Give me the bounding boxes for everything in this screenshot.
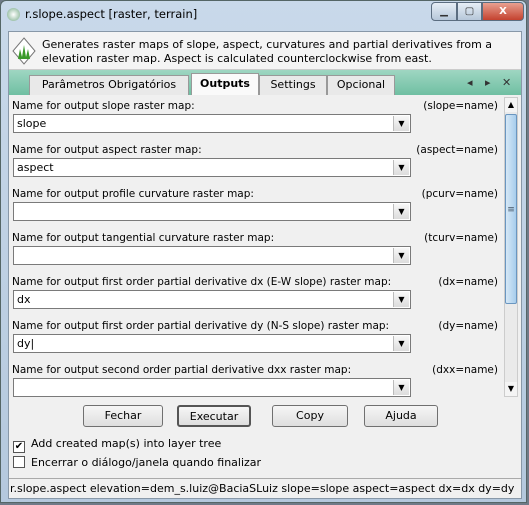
tab-bar: Parâmetros Obrigatórios Outputs Settings… (9, 70, 521, 95)
description-panel: Generates raster maps of slope, aspect, … (9, 32, 521, 70)
chevron-down-icon[interactable]: ▼ (393, 292, 409, 307)
combo-value[interactable]: dy| (17, 337, 34, 350)
minimize-button[interactable]: ▁ (431, 2, 457, 21)
chevron-down-icon[interactable]: ▼ (393, 336, 409, 351)
dialog-window: r.slope.aspect [raster, terrain] ▁ ▢ X G… (0, 0, 527, 503)
ajuda-button[interactable]: Ajuda (364, 405, 438, 427)
output-name-combo[interactable]: aspect ▼ (13, 158, 411, 177)
command-status-bar: r.slope.aspect elevation=dem_s.luiz@Baci… (9, 478, 521, 498)
add-to-layer-tree-checkbox[interactable]: ✔ Add created map(s) into layer tree (13, 437, 221, 453)
chevron-down-icon[interactable]: ▼ (393, 116, 409, 131)
checkbox-box[interactable]: ✔ (13, 441, 25, 453)
chevron-down-icon[interactable]: ▼ (393, 248, 409, 263)
checkbox-label: Encerrar o diálogo/janela quando finaliz… (31, 456, 262, 469)
combo-value[interactable]: dx (17, 293, 31, 306)
field-label: Name for output slope raster map: (12, 100, 195, 112)
output-name-combo[interactable]: ▼ (13, 378, 411, 397)
close-on-finish-checkbox[interactable]: Encerrar o diálogo/janela quando finaliz… (13, 456, 261, 469)
chevron-down-icon[interactable]: ▼ (393, 204, 409, 219)
close-window-button[interactable]: X (482, 2, 524, 21)
field-label: Name for output second order partial der… (12, 364, 352, 376)
tab-settings[interactable]: Settings (259, 75, 327, 95)
checkbox-box[interactable] (13, 456, 25, 468)
field-label: Name for output tangential curvature ras… (12, 232, 275, 244)
fechar-button[interactable]: Fechar (83, 405, 163, 427)
grass-module-icon (12, 37, 36, 65)
scroll-down-icon[interactable]: ▼ (505, 382, 517, 396)
field-label: Name for output aspect raster map: (12, 144, 202, 156)
tab-outputs[interactable]: Outputs (191, 73, 259, 95)
chevron-down-icon[interactable]: ▼ (393, 380, 409, 395)
field-label: Name for output first order partial deri… (12, 276, 392, 288)
field-label: Name for output profile curvature raster… (12, 188, 254, 200)
output-name-combo[interactable]: ▼ (13, 202, 411, 221)
tab-opcional[interactable]: Opcional (327, 75, 395, 95)
field-key: (pcurv=name) (421, 188, 498, 200)
tab-close-icon[interactable]: ✕ (502, 76, 511, 89)
output-name-combo[interactable]: slope ▼ (13, 114, 411, 133)
field-key: (slope=name) (423, 100, 498, 112)
tab-parametros-obrigatorios[interactable]: Parâmetros Obrigatórios (29, 75, 189, 95)
output-name-combo[interactable]: ▼ (13, 246, 411, 265)
field-key: (aspect=name) (416, 144, 498, 156)
outputs-panel: Name for output slope raster map: (slope… (9, 95, 521, 400)
field-key: (tcurv=name) (424, 232, 498, 244)
combo-value[interactable]: slope (17, 117, 46, 130)
scroll-thumb[interactable]: ≡ (505, 114, 517, 304)
module-description: Generates raster maps of slope, aspect, … (42, 38, 493, 65)
output-name-combo[interactable]: dx ▼ (13, 290, 411, 309)
maximize-button[interactable]: ▢ (457, 2, 482, 21)
field-key: (dxx=name) (432, 364, 498, 376)
app-icon (7, 8, 20, 21)
chevron-down-icon[interactable]: ▼ (393, 160, 409, 175)
field-key: (dy=name) (438, 320, 498, 332)
copy-button[interactable]: Copy (272, 405, 348, 427)
window-title: r.slope.aspect [raster, terrain] (25, 7, 198, 21)
tab-next-icon[interactable]: ▸ (485, 76, 491, 89)
tab-prev-icon[interactable]: ◂ (467, 76, 473, 89)
output-name-combo[interactable]: dy| ▼ (13, 334, 411, 353)
vertical-scrollbar[interactable]: ▲ ≡ ▼ (504, 97, 518, 397)
field-key: (dx=name) (438, 276, 498, 288)
combo-value[interactable]: aspect (17, 161, 54, 174)
scroll-up-icon[interactable]: ▲ (505, 98, 517, 112)
checkbox-label: Add created map(s) into layer tree (31, 437, 222, 450)
field-label: Name for output first order partial deri… (12, 320, 390, 332)
dialog-client: Generates raster maps of slope, aspect, … (8, 31, 522, 499)
executar-button[interactable]: Executar (177, 405, 251, 427)
